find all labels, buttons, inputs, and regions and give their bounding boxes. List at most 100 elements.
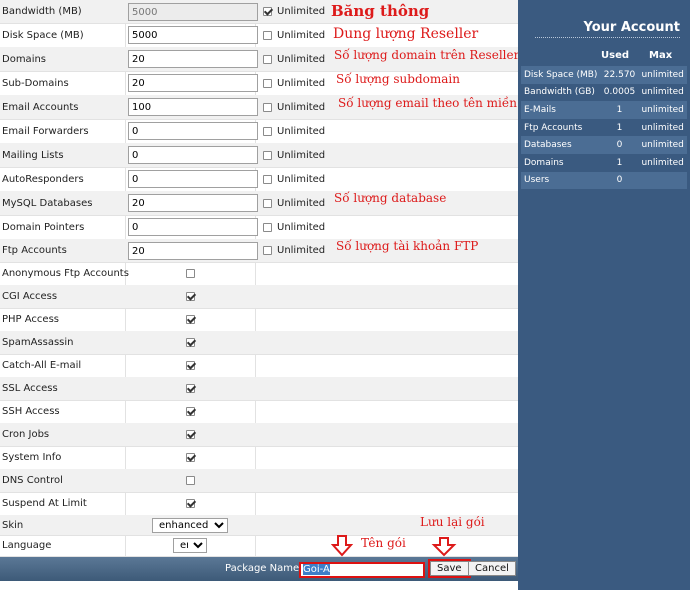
row-label: MySQL Databases (2, 197, 93, 209)
row-ssh-access: SSH Access (0, 400, 518, 424)
domain-pointers-unlimited-checkbox[interactable] (263, 222, 272, 232)
row-bandwidth: Bandwidth (MB) Unlimited (0, 0, 518, 24)
feature-cell (125, 492, 255, 515)
language-cell: en (125, 535, 255, 556)
ftp-accounts-input[interactable] (128, 242, 258, 260)
unlimited-label: Unlimited (277, 149, 326, 161)
domain-pointers-input[interactable] (128, 218, 258, 236)
email-accounts-input[interactable] (128, 98, 258, 116)
usage-max (638, 171, 687, 190)
row-dns-control: DNS Control (0, 469, 518, 493)
mysql-databases-input[interactable] (128, 194, 258, 212)
table-row: E-Mails 1 unlimited (521, 101, 687, 119)
row-cron-jobs: Cron Jobs (0, 423, 518, 447)
down-arrow-icon (331, 535, 353, 557)
bandwidth-unlimited-checkbox[interactable] (263, 7, 272, 16)
anonymous-ftp-checkbox[interactable] (185, 269, 195, 278)
cron-jobs-checkbox[interactable] (185, 430, 195, 439)
sub-domains-unlimited-checkbox[interactable] (263, 78, 272, 88)
ftp-accounts-unlimited-checkbox[interactable] (263, 246, 272, 255)
row-label: AutoResponders (2, 173, 84, 185)
autoresponders-input[interactable] (128, 170, 258, 188)
usage-label: Ftp Accounts (524, 122, 583, 133)
system-info-checkbox[interactable] (185, 453, 195, 462)
row-label: CGI Access (2, 291, 58, 302)
usage-label: Bandwidth (GB) (524, 87, 595, 98)
note-ftp: Số lượng tài khoản FTP (336, 239, 479, 253)
save-button[interactable]: Save (428, 559, 471, 578)
note-disk-space: Dung lượng Reseller (333, 26, 479, 42)
feature-cell (125, 285, 255, 308)
row-label: Domains (2, 53, 47, 65)
dns-control-checkbox[interactable] (185, 476, 195, 485)
ssh-access-checkbox[interactable] (185, 407, 195, 416)
ssl-access-checkbox[interactable] (185, 384, 195, 393)
bandwidth-input[interactable] (128, 3, 258, 21)
skin-cell: enhanced (125, 515, 255, 535)
usage-max: unlimited (638, 136, 687, 154)
email-forwarders-unlimited-checkbox[interactable] (263, 126, 272, 136)
domains-input[interactable] (128, 50, 258, 68)
note-subdomains: Số lượng subdomain (336, 72, 460, 86)
feature-cell (125, 423, 255, 446)
language-select[interactable]: en (173, 538, 207, 553)
note-save: Lưu lại gói (420, 515, 485, 529)
usage-label: Domains (524, 157, 564, 168)
unlimited-label: Unlimited (277, 6, 326, 17)
usage-label: Disk Space (MB) (521, 66, 601, 84)
usage-used: 22.570 (600, 66, 639, 84)
cgi-access-checkbox[interactable] (185, 292, 195, 301)
note-email: Số lượng email theo tên miền (338, 96, 518, 110)
mailing-lists-input[interactable] (128, 146, 258, 164)
feature-cell (125, 469, 255, 492)
unlimited-label: Unlimited (277, 77, 326, 89)
row-label: SSL Access (2, 383, 58, 394)
domains-unlimited-checkbox[interactable] (263, 54, 272, 64)
row-label: Email Accounts (2, 101, 79, 113)
spamassassin-checkbox[interactable] (185, 338, 195, 347)
usage-label: E-Mails (521, 101, 601, 119)
row-label: Suspend At Limit (2, 498, 87, 509)
row-label: PHP Access (2, 314, 59, 325)
unlimited-label: Unlimited (277, 221, 326, 233)
row-label: SSH Access (2, 406, 60, 417)
row-label: Cron Jobs (2, 429, 50, 440)
usage-used: 1 (600, 101, 639, 119)
usage-label: Databases (521, 136, 601, 154)
row-autoresponders: AutoResponders Unlimited (0, 167, 518, 192)
feature-cell (125, 308, 255, 331)
usage-max: unlimited (638, 66, 687, 84)
mailing-lists-unlimited-checkbox[interactable] (263, 150, 272, 160)
note-database: Số lượng database (334, 191, 447, 205)
table-row: Users 0 (521, 171, 687, 190)
row-suspend-at-limit: Suspend At Limit (0, 492, 518, 516)
mysql-databases-unlimited-checkbox[interactable] (263, 198, 272, 208)
package-name-label: Package Name: (225, 563, 303, 574)
table-row: Domains 1 unlimited (521, 154, 687, 172)
package-name-input[interactable]: Goi-A (299, 562, 425, 578)
title-divider (535, 37, 680, 38)
sub-domains-input[interactable] (128, 74, 258, 92)
unlimited-label: Unlimited (277, 173, 326, 185)
email-forwarders-input[interactable] (128, 122, 258, 140)
disk-space-unlimited-checkbox[interactable] (263, 30, 272, 40)
skin-select[interactable]: enhanced (152, 517, 228, 533)
disk-space-input[interactable] (128, 26, 258, 44)
usage-max: unlimited (641, 87, 684, 98)
account-title: Your Account (583, 20, 680, 35)
col-used-header: Used (601, 50, 630, 61)
unlimited-label: Unlimited (277, 29, 326, 41)
usage-used: 1 (616, 157, 623, 168)
cancel-button[interactable]: Cancel (468, 561, 516, 576)
email-accounts-unlimited-checkbox[interactable] (263, 102, 272, 112)
autoresponders-unlimited-checkbox[interactable] (263, 174, 272, 184)
catch-all-checkbox[interactable] (185, 361, 195, 370)
suspend-at-limit-checkbox[interactable] (185, 499, 195, 508)
unlimited-label: Unlimited (277, 125, 326, 137)
row-label: Disk Space (MB) (2, 29, 84, 41)
unlimited-label: Unlimited (277, 53, 326, 65)
usage-label: Users (521, 171, 601, 190)
php-access-checkbox[interactable] (185, 315, 195, 324)
feature-cell (125, 446, 255, 469)
usage-used: 0.0005 (603, 87, 636, 98)
